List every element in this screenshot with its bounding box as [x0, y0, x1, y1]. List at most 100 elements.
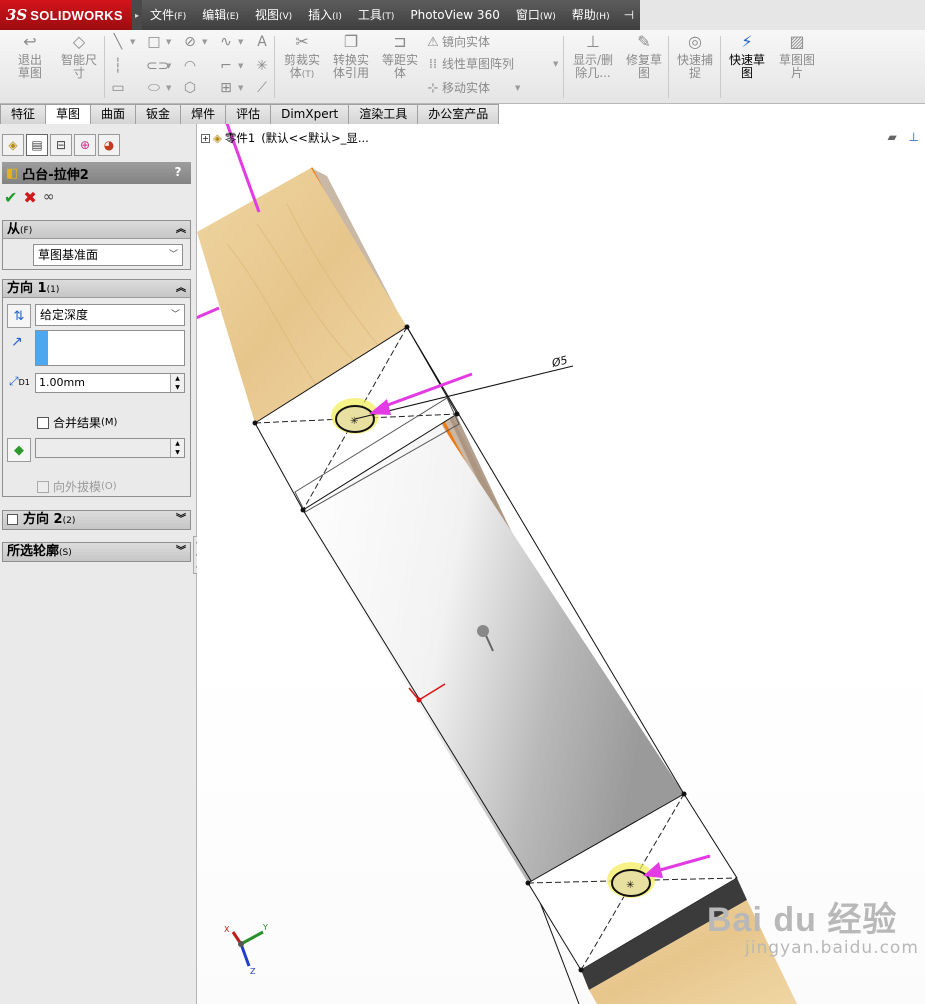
from-section: 从(F) ︽ 草图基准面 ﹀	[2, 220, 191, 270]
end-condition-dropdown[interactable]: 给定深度 ﹀	[35, 304, 185, 326]
quick-snaps-button[interactable]: ◎ 快速捕捉	[672, 32, 718, 80]
menu-insert[interactable]: 插入(I)	[300, 0, 350, 30]
preview-glasses-icon[interactable]: ∞	[43, 189, 55, 205]
plane-icon[interactable]: ⊞	[218, 80, 234, 96]
menu-edit[interactable]: 编辑(E)	[194, 0, 247, 30]
direction2-section-header[interactable]: 方向 2(2) ︾	[3, 511, 190, 529]
dropdown-caret-icon[interactable]: ▼	[553, 60, 558, 68]
direction-selection-box[interactable]	[35, 330, 185, 366]
help-icon[interactable]: ?	[171, 165, 185, 180]
polygon-icon[interactable]: ⬡	[182, 80, 198, 96]
linear-pattern-button[interactable]: ⁞⁞ 线性草图阵列	[424, 56, 514, 73]
construction-line-icon[interactable]: ⟋	[254, 80, 270, 96]
circle-icon[interactable]: ⊘	[182, 34, 198, 50]
tab-dimxpert[interactable]: DimXpert	[270, 104, 350, 124]
fillet-icon[interactable]: ⌐	[218, 58, 234, 74]
solidworks-logo[interactable]: 3S SOLIDWORKS	[0, 0, 132, 30]
tab-features[interactable]: 特征	[0, 104, 47, 124]
repair-sketch-button[interactable]: ✎ 修复草图	[622, 32, 666, 80]
direction1-section-header[interactable]: 方向 1(1) ︽	[3, 280, 190, 298]
depth-value: 1.00mm	[39, 376, 85, 389]
rectangle-icon[interactable]: ▭	[110, 80, 126, 96]
ribbon-separator	[668, 36, 669, 98]
merge-result-checkbox[interactable]: 合并结果 (M)	[37, 414, 117, 431]
slot-icon[interactable]: ⊂⊃	[146, 58, 169, 74]
tab-office-products[interactable]: 办公室产品	[417, 104, 500, 124]
depth-arrow-icon: ⤢	[9, 374, 19, 388]
sketch-point	[525, 880, 531, 886]
tab-evaluate[interactable]: 评估	[225, 104, 272, 124]
expand-chevron-icon[interactable]: ︾	[176, 511, 186, 528]
dropdown-caret-icon[interactable]: ▼	[238, 62, 243, 70]
from-section-header[interactable]: 从(F) ︽	[3, 221, 190, 239]
tab-surfaces[interactable]: 曲面	[90, 104, 137, 124]
reverse-direction-icon[interactable]: ⇅	[7, 304, 31, 328]
ok-check-icon[interactable]: ✔	[4, 188, 17, 207]
tab-render-tools[interactable]: 渲染工具	[348, 104, 419, 124]
line-icon[interactable]: ╲	[110, 34, 126, 50]
point-icon[interactable]: ✳	[254, 58, 270, 74]
pin-icon[interactable]: ⊣	[618, 0, 640, 30]
offset-entities-button[interactable]: ⊐ 等距实体	[378, 32, 422, 80]
menu-window[interactable]: 窗口(W)	[508, 0, 564, 30]
expand-chevron-icon[interactable]: ︾	[176, 543, 186, 560]
move-entities-button[interactable]: ⊹ 移动实体	[424, 80, 490, 97]
feature-tree-flyout[interactable]: + ◈ 零件1 (默认<<默认>_显...	[201, 130, 369, 146]
convert-entities-button[interactable]: ❐ 转换实体引用	[328, 32, 374, 80]
menu-tools[interactable]: 工具(T)	[350, 0, 403, 30]
view-icon[interactable]: ▰	[887, 130, 896, 144]
dropdown-caret-icon[interactable]: ▼	[166, 38, 171, 46]
dropdown-caret-icon[interactable]: ▼	[238, 84, 243, 92]
menu-view[interactable]: 视图(V)	[247, 0, 300, 30]
tab-weldments[interactable]: 焊件	[180, 104, 227, 124]
tab-sketch[interactable]: 草图	[45, 104, 92, 125]
collapse-chevron-icon[interactable]: ︽	[176, 280, 186, 297]
spline-icon[interactable]: ∿	[218, 34, 234, 50]
feature-manager-tab-icon[interactable]: ◈	[2, 134, 24, 156]
smart-dimension-button[interactable]: ◇ 智能尺寸	[56, 32, 102, 80]
dimxpert-manager-tab-icon[interactable]: ⊕	[74, 134, 96, 156]
hole-center-mark: ✳	[350, 416, 358, 427]
sketch-point	[252, 420, 258, 426]
dropdown-caret-icon[interactable]: ▼	[202, 38, 207, 46]
ellipse-icon[interactable]: ⬭	[146, 80, 162, 96]
property-manager-tab-icon[interactable]: ▤	[26, 134, 48, 156]
dropdown-caret-icon[interactable]: ▼	[166, 62, 171, 70]
solidworks-window: 3S SOLIDWORKS ▸ 文件(F) 编辑(E) 视图(V) 插入(I) …	[0, 0, 925, 1004]
display-manager-tab-icon[interactable]: ◕	[98, 134, 120, 156]
selected-contours-header[interactable]: 所选轮廓(S) ︾	[3, 543, 190, 561]
from-dropdown[interactable]: 草图基准面 ﹀	[33, 244, 183, 266]
cancel-x-icon[interactable]: ✖	[23, 188, 36, 207]
sketch-picture-button[interactable]: ▨ 草图图片	[774, 32, 820, 80]
configuration-manager-tab-icon[interactable]: ⊟	[50, 134, 72, 156]
expand-plus-icon[interactable]: +	[201, 133, 210, 143]
quick-snaps-label: 快速捕捉	[676, 53, 713, 80]
draft-icon[interactable]: ◆	[7, 438, 31, 462]
spinner-arrows-icon[interactable]: ▲ ▼	[170, 374, 184, 392]
exit-sketch-button[interactable]: ↩ 退出草图	[8, 32, 52, 80]
trim-entities-button[interactable]: ✂ 剪裁实体(T)	[280, 32, 324, 82]
centerline-icon[interactable]: ┆	[110, 58, 126, 74]
direction2-checkbox[interactable]	[7, 514, 18, 525]
view-triad[interactable]: X Y Z	[224, 923, 268, 976]
arc-icon[interactable]: ◠	[182, 58, 198, 74]
logo-menu-arrow-icon[interactable]: ▸	[132, 0, 142, 30]
mirror-icon: ⚠	[427, 35, 439, 50]
collapse-chevron-icon[interactable]: ︽	[176, 221, 186, 238]
display-delete-relations-button[interactable]: ⊥ 显示/删除几...	[568, 32, 618, 80]
corner-rectangle-icon[interactable]: □	[146, 34, 162, 50]
dropdown-caret-icon[interactable]: ▼	[515, 84, 520, 92]
menu-file[interactable]: 文件(F)	[142, 0, 194, 30]
tab-sheet-metal[interactable]: 钣金	[135, 104, 182, 124]
mirror-entities-button[interactable]: ⚠ 镜向实体	[424, 34, 490, 51]
view-orientation-icon[interactable]: ⊥	[909, 130, 919, 144]
dropdown-caret-icon[interactable]: ▼	[166, 84, 171, 92]
depth-input[interactable]: 1.00mm ▲ ▼	[35, 373, 185, 393]
text-icon[interactable]: A	[254, 34, 270, 50]
menu-help[interactable]: 帮助(H)	[564, 0, 618, 30]
dropdown-caret-icon[interactable]: ▼	[238, 38, 243, 46]
rapid-sketch-button[interactable]: ⚡ 快速草图	[724, 32, 770, 80]
dropdown-caret-icon[interactable]: ▼	[130, 38, 135, 46]
menu-photoview[interactable]: PhotoView 360	[402, 0, 507, 30]
graphics-area[interactable]: ✳ ✳ Ø5 X Y Z + ◈ 零件1 (默认<<默认>_显... ▰ ⊥ B…	[197, 124, 925, 1004]
